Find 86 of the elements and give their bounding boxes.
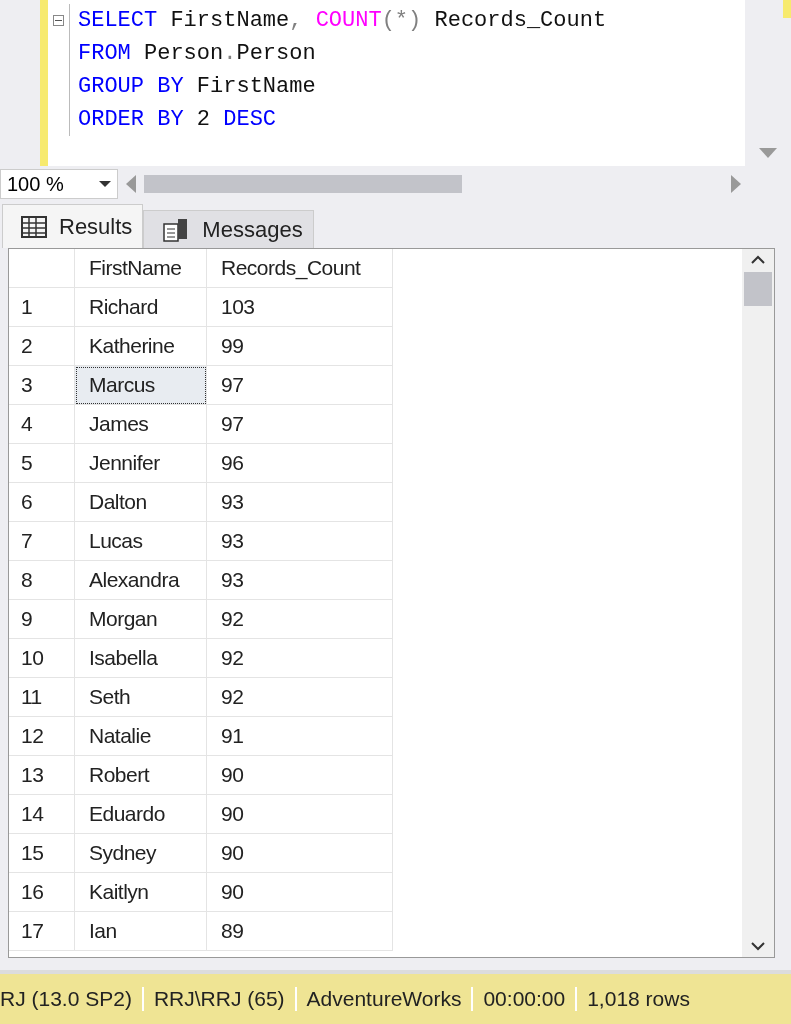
table-cell[interactable]: James (75, 405, 207, 444)
header-cell (9, 249, 75, 288)
code-token: . (223, 41, 237, 66)
scrollbar-thumb[interactable] (744, 272, 772, 306)
row-number: 6 (9, 483, 75, 522)
table-cell[interactable]: 97 (207, 405, 393, 444)
results-tab[interactable]: Messages (143, 210, 314, 248)
table-cell[interactable]: Sydney (75, 834, 207, 873)
code-token: FirstName (169, 8, 290, 33)
code-token: , (289, 8, 304, 33)
table-cell[interactable]: 90 (207, 873, 393, 912)
code-token: SELECT (78, 8, 158, 33)
row-number: 1 (9, 288, 75, 327)
table-cell[interactable]: 93 (207, 522, 393, 561)
table-cell[interactable]: 99 (207, 327, 393, 366)
row-number: 17 (9, 912, 75, 951)
column-header[interactable]: Records_Count (207, 249, 393, 288)
table-cell[interactable]: Dalton (75, 483, 207, 522)
code-token: (*) (381, 8, 422, 33)
table-cell[interactable]: 91 (207, 717, 393, 756)
table-cell[interactable]: 92 (207, 600, 393, 639)
status-text: AdventureWorks (296, 987, 474, 1011)
table-cell[interactable]: 96 (207, 444, 393, 483)
code-token: GROUP BY (78, 74, 184, 99)
table-cell[interactable]: Seth (75, 678, 207, 717)
table-cell[interactable]: Kaitlyn (75, 873, 207, 912)
table-cell[interactable]: Marcus (75, 366, 207, 405)
table-cell[interactable]: Alexandra (75, 561, 207, 600)
row-number: 2 (9, 327, 75, 366)
table-cell[interactable]: Robert (75, 756, 207, 795)
scroll-up-icon[interactable] (751, 255, 765, 264)
table-cell[interactable]: 92 (207, 678, 393, 717)
row-number: 10 (9, 639, 75, 678)
code-token: DESC (223, 107, 277, 132)
table-cell[interactable]: Natalie (75, 717, 207, 756)
row-number: 4 (9, 405, 75, 444)
code-token: Person (236, 41, 316, 66)
column-header[interactable]: FirstName (75, 249, 207, 288)
zoom-dropdown[interactable]: 100 % (0, 169, 118, 199)
table-cell[interactable]: 90 (207, 756, 393, 795)
code-editor[interactable]: SELECT FirstName, COUNT(*) Records_Count FROM Person.Person GROUP BY FirstName ORDER BY 2 DESC (48, 0, 745, 166)
results-tab[interactable]: Results (2, 204, 144, 248)
code-token: Person (143, 41, 224, 66)
collapse-icon[interactable] (53, 15, 64, 26)
table-cell[interactable]: 93 (207, 561, 393, 600)
code-token: FROM (78, 41, 131, 66)
scrollbar-thumb[interactable] (144, 175, 462, 193)
code-token: ORDER BY (78, 107, 184, 132)
table-cell[interactable]: 103 (207, 288, 393, 327)
code-token: Records_Count (433, 8, 607, 33)
table-cell[interactable]: Morgan (75, 600, 207, 639)
code-token: COUNT (315, 8, 382, 33)
row-number: 9 (9, 600, 75, 639)
row-number: 12 (9, 717, 75, 756)
table-cell[interactable]: Lucas (75, 522, 207, 561)
code-token: FirstName (195, 74, 316, 99)
status-text: RJ (13.0 SP2) (0, 987, 144, 1011)
row-number: 7 (9, 522, 75, 561)
status-text: 00:00:00 (473, 987, 578, 1011)
table-cell[interactable]: Richard (75, 288, 207, 327)
table-cell[interactable]: 89 (207, 912, 393, 951)
table-cell[interactable]: 90 (207, 795, 393, 834)
row-number: 8 (9, 561, 75, 600)
caret-icon (99, 181, 111, 187)
table-cell[interactable]: Eduardo (75, 795, 207, 834)
grid-icon (21, 215, 47, 238)
table-cell[interactable]: Isabella (75, 639, 207, 678)
table-cell[interactable]: Ian (75, 912, 207, 951)
table-cell[interactable]: 92 (207, 639, 393, 678)
row-number: 14 (9, 795, 75, 834)
change-marker (783, 0, 791, 18)
row-number: 16 (9, 873, 75, 912)
status-text: RRJ\RRJ (65) (143, 987, 297, 1011)
scroll-left-icon[interactable] (126, 175, 136, 193)
row-number: 15 (9, 834, 75, 873)
scroll-right-icon[interactable] (731, 175, 741, 193)
status-text: 1,018 rows (586, 987, 691, 1011)
row-number: 13 (9, 756, 75, 795)
table-cell[interactable]: 93 (207, 483, 393, 522)
row-number: 11 (9, 678, 75, 717)
row-number: 5 (9, 444, 75, 483)
scroll-down-icon[interactable] (751, 942, 765, 951)
table-cell[interactable]: 90 (207, 834, 393, 873)
code-token: 2 (195, 107, 212, 132)
table-cell[interactable]: Jennifer (75, 444, 207, 483)
table-cell[interactable]: 97 (207, 366, 393, 405)
